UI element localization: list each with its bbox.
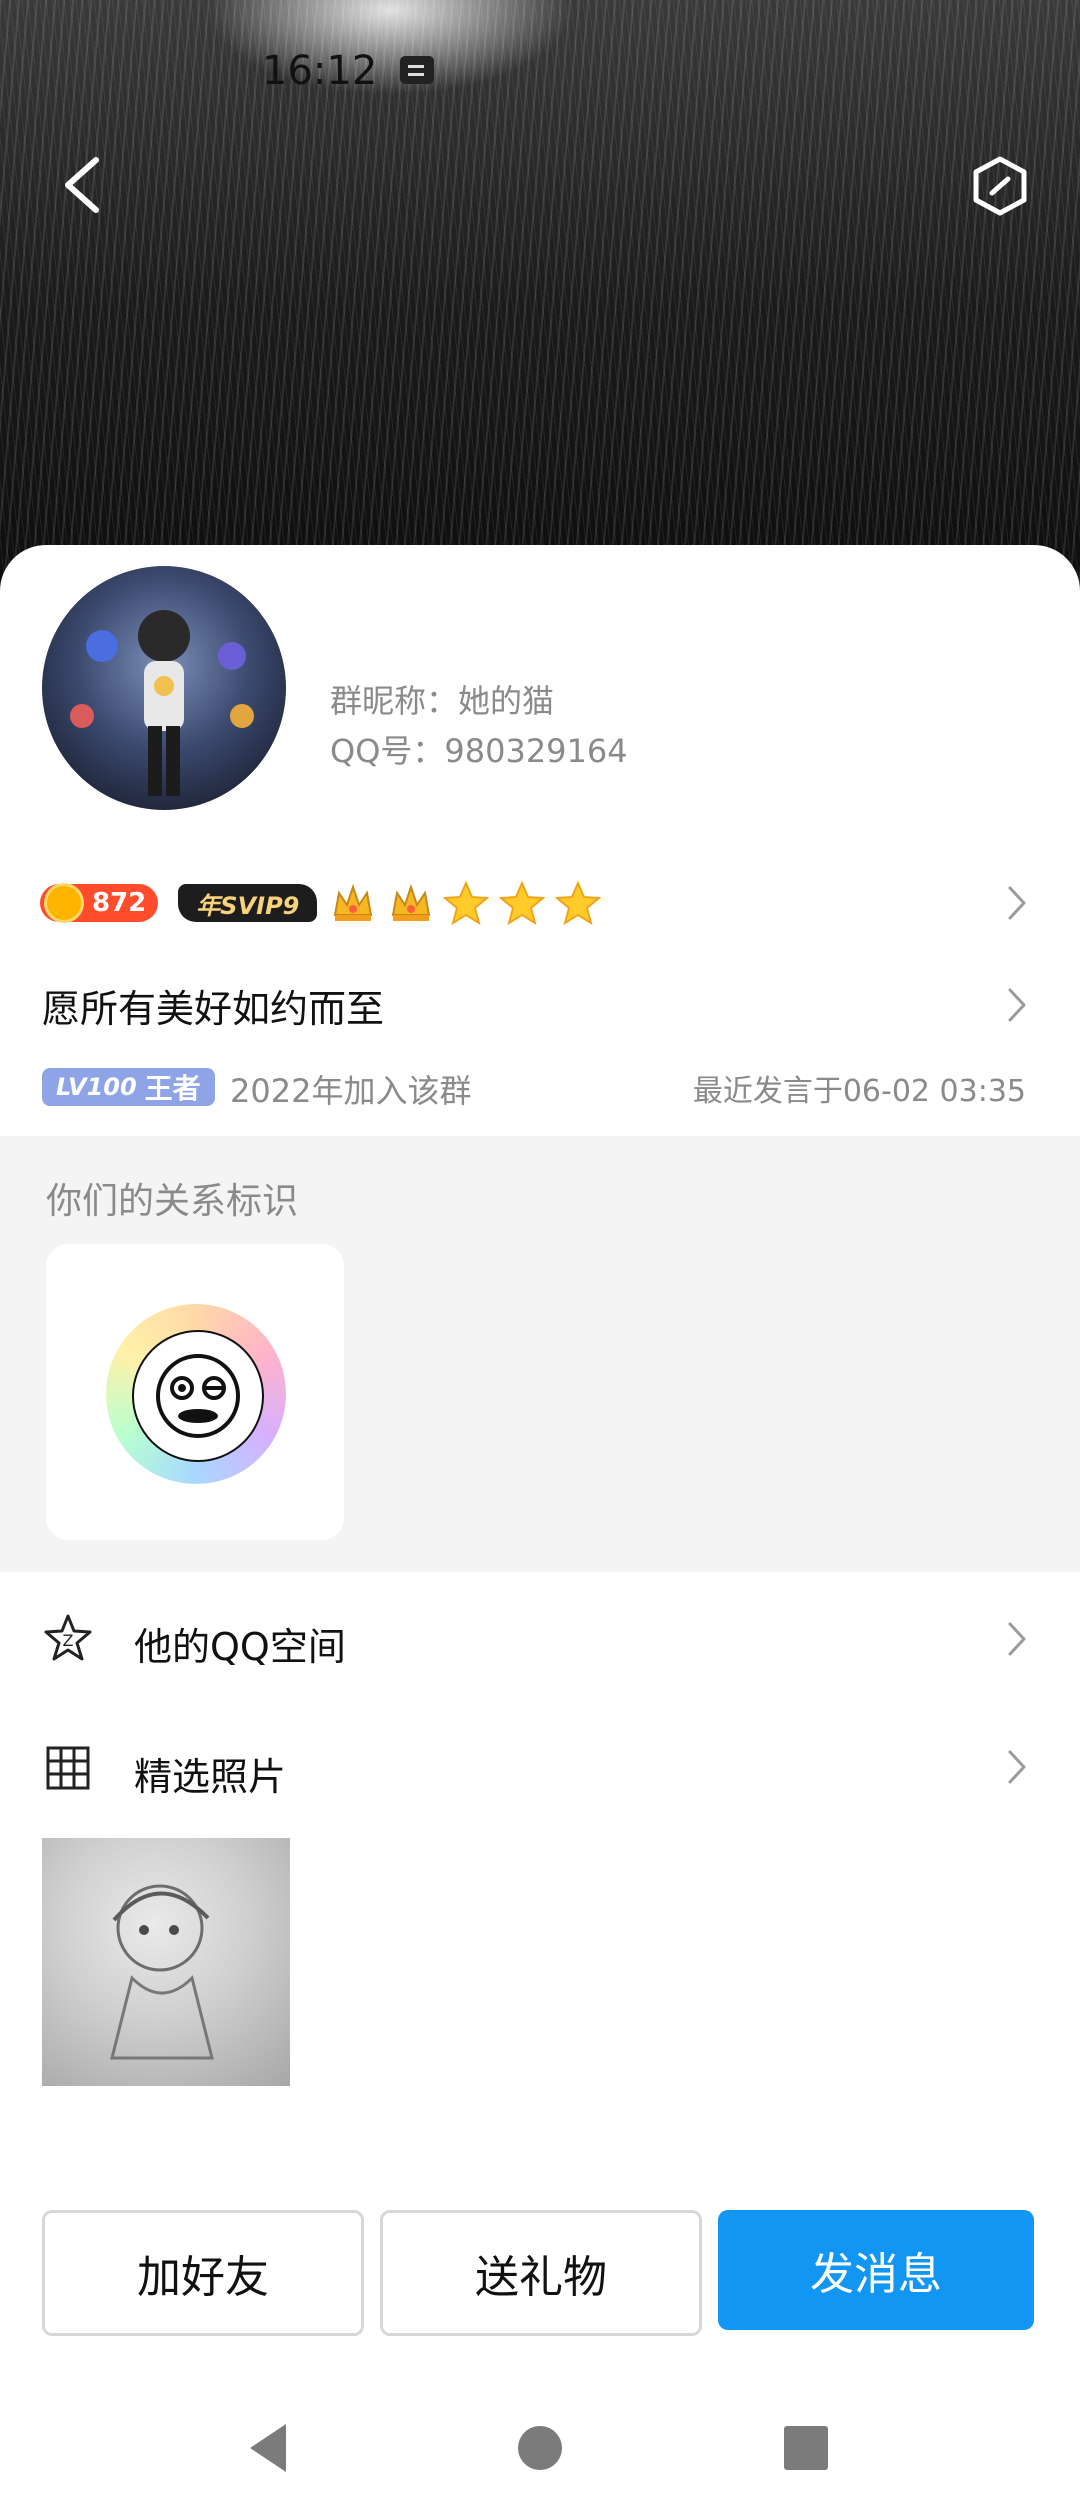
joined-date: 2022年加入该群 <box>230 1072 472 1110</box>
featured-photo-thumbnail[interactable] <box>42 1838 290 2086</box>
add-friend-button[interactable]: 加好友 <box>42 2210 364 2336</box>
coin-count: 872 <box>92 888 147 918</box>
hexagon-icon[interactable] <box>970 155 1030 217</box>
svip-badge: 年SVIP9 <box>178 884 318 922</box>
qq-number: QQ号：980329164 <box>330 732 628 770</box>
relationship-title: 你们的关系标识 <box>46 1181 299 1222</box>
back-chevron-icon[interactable] <box>56 150 116 220</box>
qzone-link[interactable]: 他的QQ空间 <box>134 1616 346 1671</box>
chevron-right-icon[interactable] <box>1006 1620 1028 1658</box>
crown-icon <box>334 883 373 921</box>
signature[interactable]: 愿所有美好如约而至 <box>42 978 384 1033</box>
send-gift-button[interactable]: 送礼物 <box>380 2210 702 2336</box>
star-outline-icon: Z <box>44 1614 92 1661</box>
coin-badge: 872 <box>40 883 159 923</box>
send-message-button[interactable]: 发消息 <box>718 2210 1034 2330</box>
level-badge: LV100 王者 <box>42 1068 215 1106</box>
status-time: 16:12 <box>262 48 378 94</box>
avatar[interactable] <box>42 566 286 810</box>
cover-image <box>0 0 1080 600</box>
svg-text:Z: Z <box>63 1631 74 1650</box>
level-number: LV100 <box>56 1073 137 1101</box>
level-title: 王者 <box>144 1072 201 1105</box>
sketch-illustration <box>110 1884 214 2060</box>
face-icon <box>132 1330 264 1462</box>
avatar-illustration <box>70 610 254 796</box>
star-icon <box>443 880 490 926</box>
badges-row[interactable]: 872 年SVIP9 <box>40 878 602 928</box>
nav-home-icon[interactable] <box>516 2416 564 2480</box>
group-nickname: 群昵称：她的猫 <box>330 682 555 720</box>
featured-photos-link[interactable]: 精选照片 <box>134 1746 286 1801</box>
chevron-right-icon[interactable] <box>1006 884 1028 922</box>
chevron-right-icon[interactable] <box>1006 1748 1028 1786</box>
last-message-time: 最近发言于06-02 03:35 <box>692 1074 1026 1109</box>
message-notification-icon <box>400 56 434 84</box>
crown-icon <box>392 883 431 921</box>
star-icon <box>499 880 546 926</box>
nav-back-icon[interactable] <box>244 2416 292 2480</box>
grid-icon <box>46 1746 90 1790</box>
star-icon <box>555 880 602 926</box>
coin-icon <box>44 883 84 923</box>
relationship-badge-icon[interactable] <box>106 1304 286 1484</box>
nav-recents-icon[interactable] <box>782 2416 830 2480</box>
chevron-right-icon[interactable] <box>1006 986 1028 1024</box>
